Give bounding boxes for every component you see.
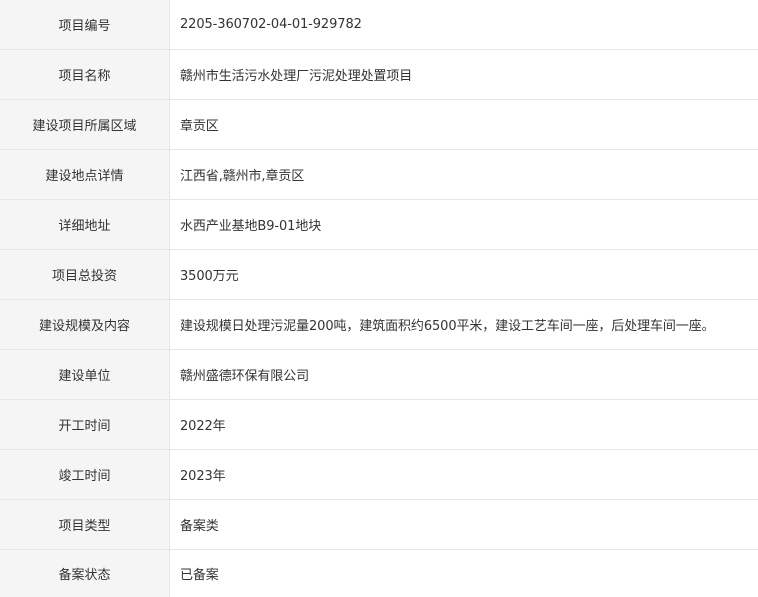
project-number-label: 项目编号 <box>0 0 170 50</box>
location-detail-label: 建设地点详情 <box>0 150 170 200</box>
table-row-region: 建设项目所属区域 章贡区 <box>0 100 758 150</box>
table-row-project-type: 项目类型 备案类 <box>0 500 758 550</box>
project-type-value: 备案类 <box>170 500 758 550</box>
table-row-start-time: 开工时间 2022年 <box>0 400 758 450</box>
project-number-value: 2205-360702-04-01-929782 <box>170 0 758 50</box>
location-detail-value: 江西省,赣州市,章贡区 <box>170 150 758 200</box>
region-label: 建设项目所属区域 <box>0 100 170 150</box>
address-value: 水西产业基地B9-01地块 <box>170 200 758 250</box>
table-row-project-number: 项目编号 2205-360702-04-01-929782 <box>0 0 758 50</box>
scale-content-label: 建设规模及内容 <box>0 300 170 350</box>
investment-value: 3500万元 <box>170 250 758 300</box>
start-time-value: 2022年 <box>170 400 758 450</box>
region-value: 章贡区 <box>170 100 758 150</box>
scale-content-value: 建设规模日处理污泥量200吨，建筑面积约6500平米，建设工艺车间一座，后处理车… <box>170 300 758 350</box>
project-name-label: 项目名称 <box>0 50 170 100</box>
table-row-builder: 建设单位 赣州盛德环保有限公司 <box>0 350 758 400</box>
table-row-location-detail: 建设地点详情 江西省,赣州市,章贡区 <box>0 150 758 200</box>
table-row-investment: 项目总投资 3500万元 <box>0 250 758 300</box>
table-row-address: 详细地址 水西产业基地B9-01地块 <box>0 200 758 250</box>
completion-time-label: 竣工时间 <box>0 450 170 500</box>
start-time-label: 开工时间 <box>0 400 170 450</box>
address-label: 详细地址 <box>0 200 170 250</box>
builder-value: 赣州盛德环保有限公司 <box>170 350 758 400</box>
table-row-completion-time: 竣工时间 2023年 <box>0 450 758 500</box>
investment-label: 项目总投资 <box>0 250 170 300</box>
builder-label: 建设单位 <box>0 350 170 400</box>
table-row-scale-content: 建设规模及内容 建设规模日处理污泥量200吨，建筑面积约6500平米，建设工艺车… <box>0 300 758 350</box>
completion-time-value: 2023年 <box>170 450 758 500</box>
table-row-project-name: 项目名称 赣州市生活污水处理厂污泥处理处置项目 <box>0 50 758 100</box>
project-type-label: 项目类型 <box>0 500 170 550</box>
project-info-table: 项目编号 2205-360702-04-01-929782 项目名称 赣州市生活… <box>0 0 758 597</box>
project-name-value: 赣州市生活污水处理厂污泥处理处置项目 <box>170 50 758 100</box>
